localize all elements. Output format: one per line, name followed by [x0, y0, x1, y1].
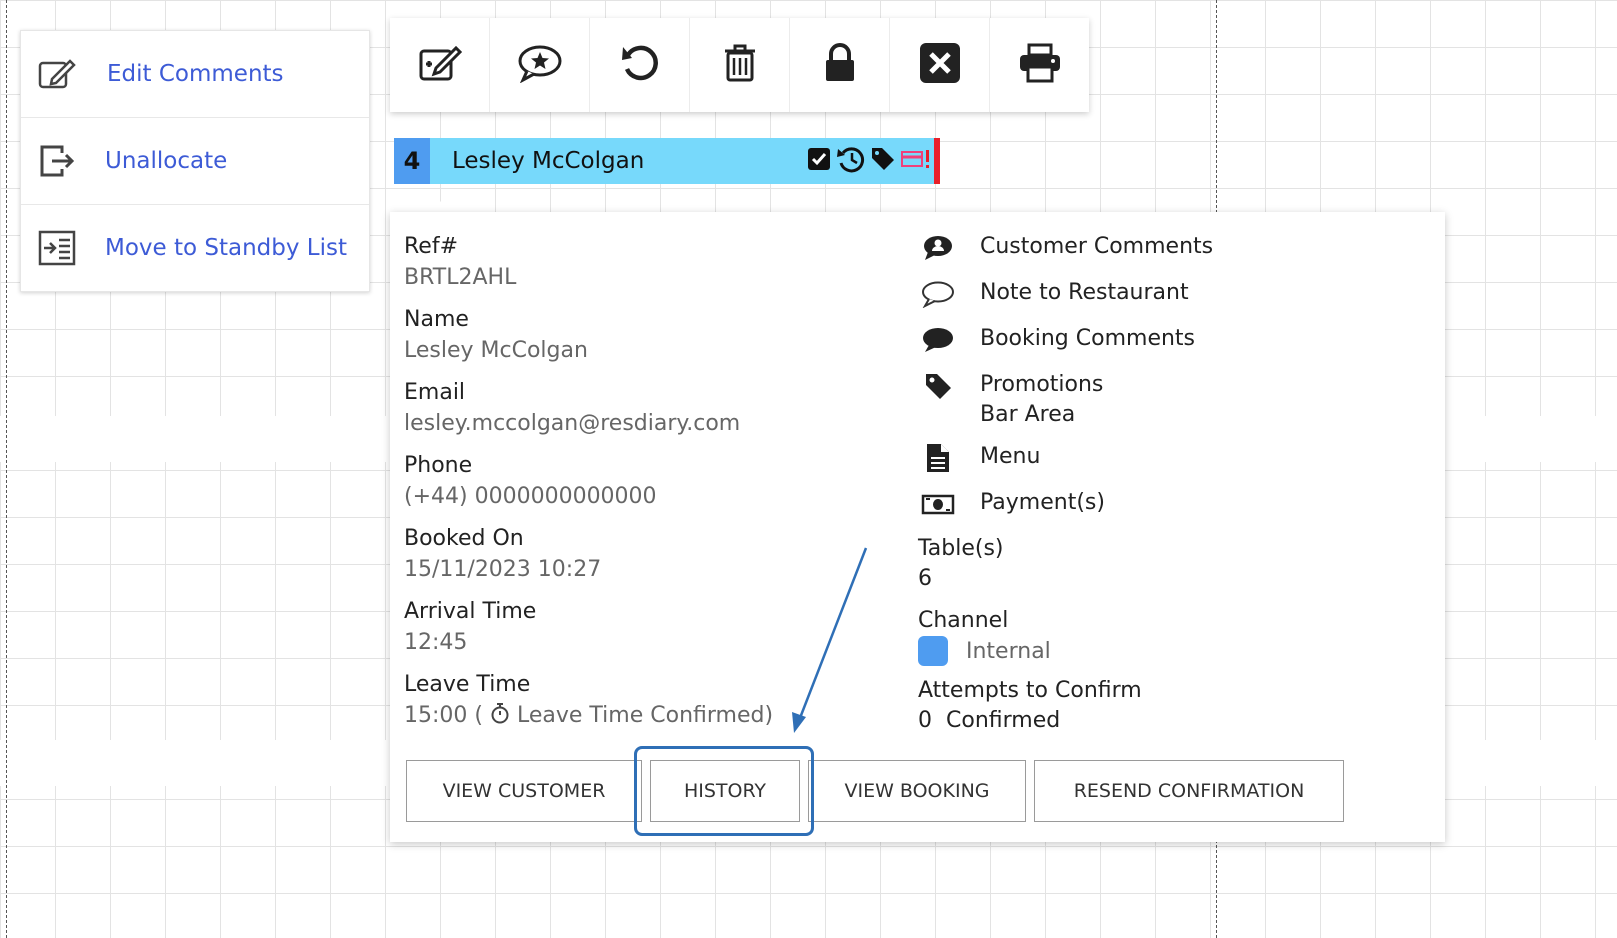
leave-time: 15:00 ( — [404, 703, 483, 728]
phone-value: (+44) 0000000000000 — [404, 484, 657, 509]
lock-button[interactable] — [790, 18, 890, 112]
tag-icon — [870, 146, 896, 176]
ref-label: Ref# — [404, 234, 459, 259]
leave-time-value: 15:00 ( Leave Time Confirmed) — [404, 700, 874, 734]
attempts-count: 0 — [918, 708, 932, 733]
email-label: Email — [404, 380, 466, 405]
alert-card-icon — [900, 147, 932, 175]
move-to-standby-label: Move to Standby List — [105, 235, 348, 261]
booking-guest-name: Lesley McColgan — [452, 148, 645, 174]
table-number-badge: 4 — [394, 138, 430, 184]
document-icon — [918, 442, 958, 474]
tag-icon — [918, 370, 958, 402]
arrival-time-label: Arrival Time — [404, 599, 537, 624]
attempts-value: 0 Confirmed — [918, 706, 1438, 736]
leave-time-status: Leave Time Confirmed) — [516, 703, 774, 728]
undo-icon — [620, 43, 660, 87]
tables-value: 6 — [918, 566, 932, 591]
booked-on-value: 15/11/2023 10:27 — [404, 557, 602, 582]
view-customer-button[interactable]: VIEW CUSTOMER — [406, 760, 642, 822]
customer-comments-label: Customer Comments — [980, 234, 1214, 259]
unallocate-menu-item[interactable]: Unallocate — [21, 118, 369, 205]
speech-bubble-outline-icon — [918, 278, 958, 310]
channel-color-swatch — [918, 636, 948, 666]
time-guide-line — [6, 0, 7, 938]
unallocate-label: Unallocate — [105, 148, 228, 174]
channel-label: Channel — [918, 608, 1009, 633]
booking-detail-card: Ref# BRTL2AHL Name Lesley McColgan Email… — [390, 212, 1445, 842]
channel-value: Internal — [918, 636, 1438, 666]
view-booking-button[interactable]: VIEW BOOKING — [808, 760, 1026, 822]
checkbox-icon — [806, 146, 832, 176]
attempts-label: Attempts to Confirm — [918, 678, 1142, 703]
payments-row[interactable]: Payment(s) — [918, 488, 1438, 534]
lock-icon — [823, 43, 857, 87]
history-highlight-box — [634, 746, 814, 836]
move-to-standby-menu-item[interactable]: Move to Standby List — [21, 205, 369, 291]
star-comment-button[interactable] — [490, 18, 590, 112]
exit-icon — [37, 141, 77, 181]
edit-note-button[interactable] — [390, 18, 490, 112]
stopwatch-icon — [490, 702, 510, 734]
money-icon — [918, 488, 958, 520]
promotions-row[interactable]: Promotions Bar Area — [918, 370, 1438, 442]
tables-label: Table(s) — [918, 536, 1004, 561]
customer-comments-row[interactable]: Customer Comments — [918, 232, 1438, 278]
email-value: lesley.mccolgan@resdiary.com — [404, 411, 741, 436]
promotions-label: Promotions — [980, 372, 1104, 397]
undo-button[interactable] — [590, 18, 690, 112]
channel-name: Internal — [966, 638, 1051, 664]
trash-icon — [722, 43, 758, 87]
standby-list-icon — [37, 228, 77, 268]
print-icon — [1018, 43, 1062, 87]
payments-label: Payment(s) — [980, 490, 1105, 515]
edit-comments-menu-item[interactable]: Edit Comments — [21, 31, 369, 118]
edit-icon — [37, 54, 77, 94]
note-to-restaurant-row[interactable]: Note to Restaurant — [918, 278, 1438, 324]
delete-button[interactable] — [690, 18, 790, 112]
context-menu: Edit Comments Unallocate Move to Standby… — [20, 30, 370, 292]
resend-confirmation-button[interactable]: RESEND CONFIRMATION — [1034, 760, 1344, 822]
card-pointer — [430, 198, 458, 212]
star-comment-icon — [517, 43, 563, 87]
booked-on-label: Booked On — [404, 526, 524, 551]
close-icon — [919, 42, 961, 88]
cancel-booking-button[interactable] — [890, 18, 990, 112]
booking-comments-label: Booking Comments — [980, 326, 1196, 351]
ref-value: BRTL2AHL — [404, 265, 517, 290]
edit-note-icon — [418, 44, 462, 86]
booking-extras-column: Customer Comments Note to Restaurant Boo… — [918, 232, 1438, 748]
name-label: Name — [404, 307, 469, 332]
history-icon — [836, 145, 866, 177]
menu-row[interactable]: Menu — [918, 442, 1438, 488]
promotions-value: Bar Area — [980, 402, 1076, 427]
edit-comments-label: Edit Comments — [107, 61, 284, 87]
booking-status-icons — [806, 145, 932, 177]
customer-comment-icon — [918, 232, 958, 264]
leave-time-label: Leave Time — [404, 672, 531, 697]
print-button[interactable] — [990, 18, 1089, 112]
arrival-time-value: 12:45 — [404, 630, 468, 655]
action-buttons: VIEW CUSTOMER HISTORY VIEW BOOKING RESEN… — [406, 760, 1352, 822]
name-value: Lesley McColgan — [404, 338, 588, 363]
booking-toolbar — [390, 18, 1089, 112]
phone-label: Phone — [404, 453, 473, 478]
alert-status-bar — [934, 138, 940, 184]
attempts-status: Confirmed — [946, 708, 1061, 733]
booking-comments-row[interactable]: Booking Comments — [918, 324, 1438, 370]
menu-label: Menu — [980, 444, 1041, 469]
booking-bar[interactable]: 4 Lesley McColgan — [394, 138, 940, 184]
note-to-restaurant-label: Note to Restaurant — [980, 280, 1189, 305]
booking-info-column: Ref# BRTL2AHL Name Lesley McColgan Email… — [404, 232, 874, 745]
speech-bubble-icon — [918, 324, 958, 356]
